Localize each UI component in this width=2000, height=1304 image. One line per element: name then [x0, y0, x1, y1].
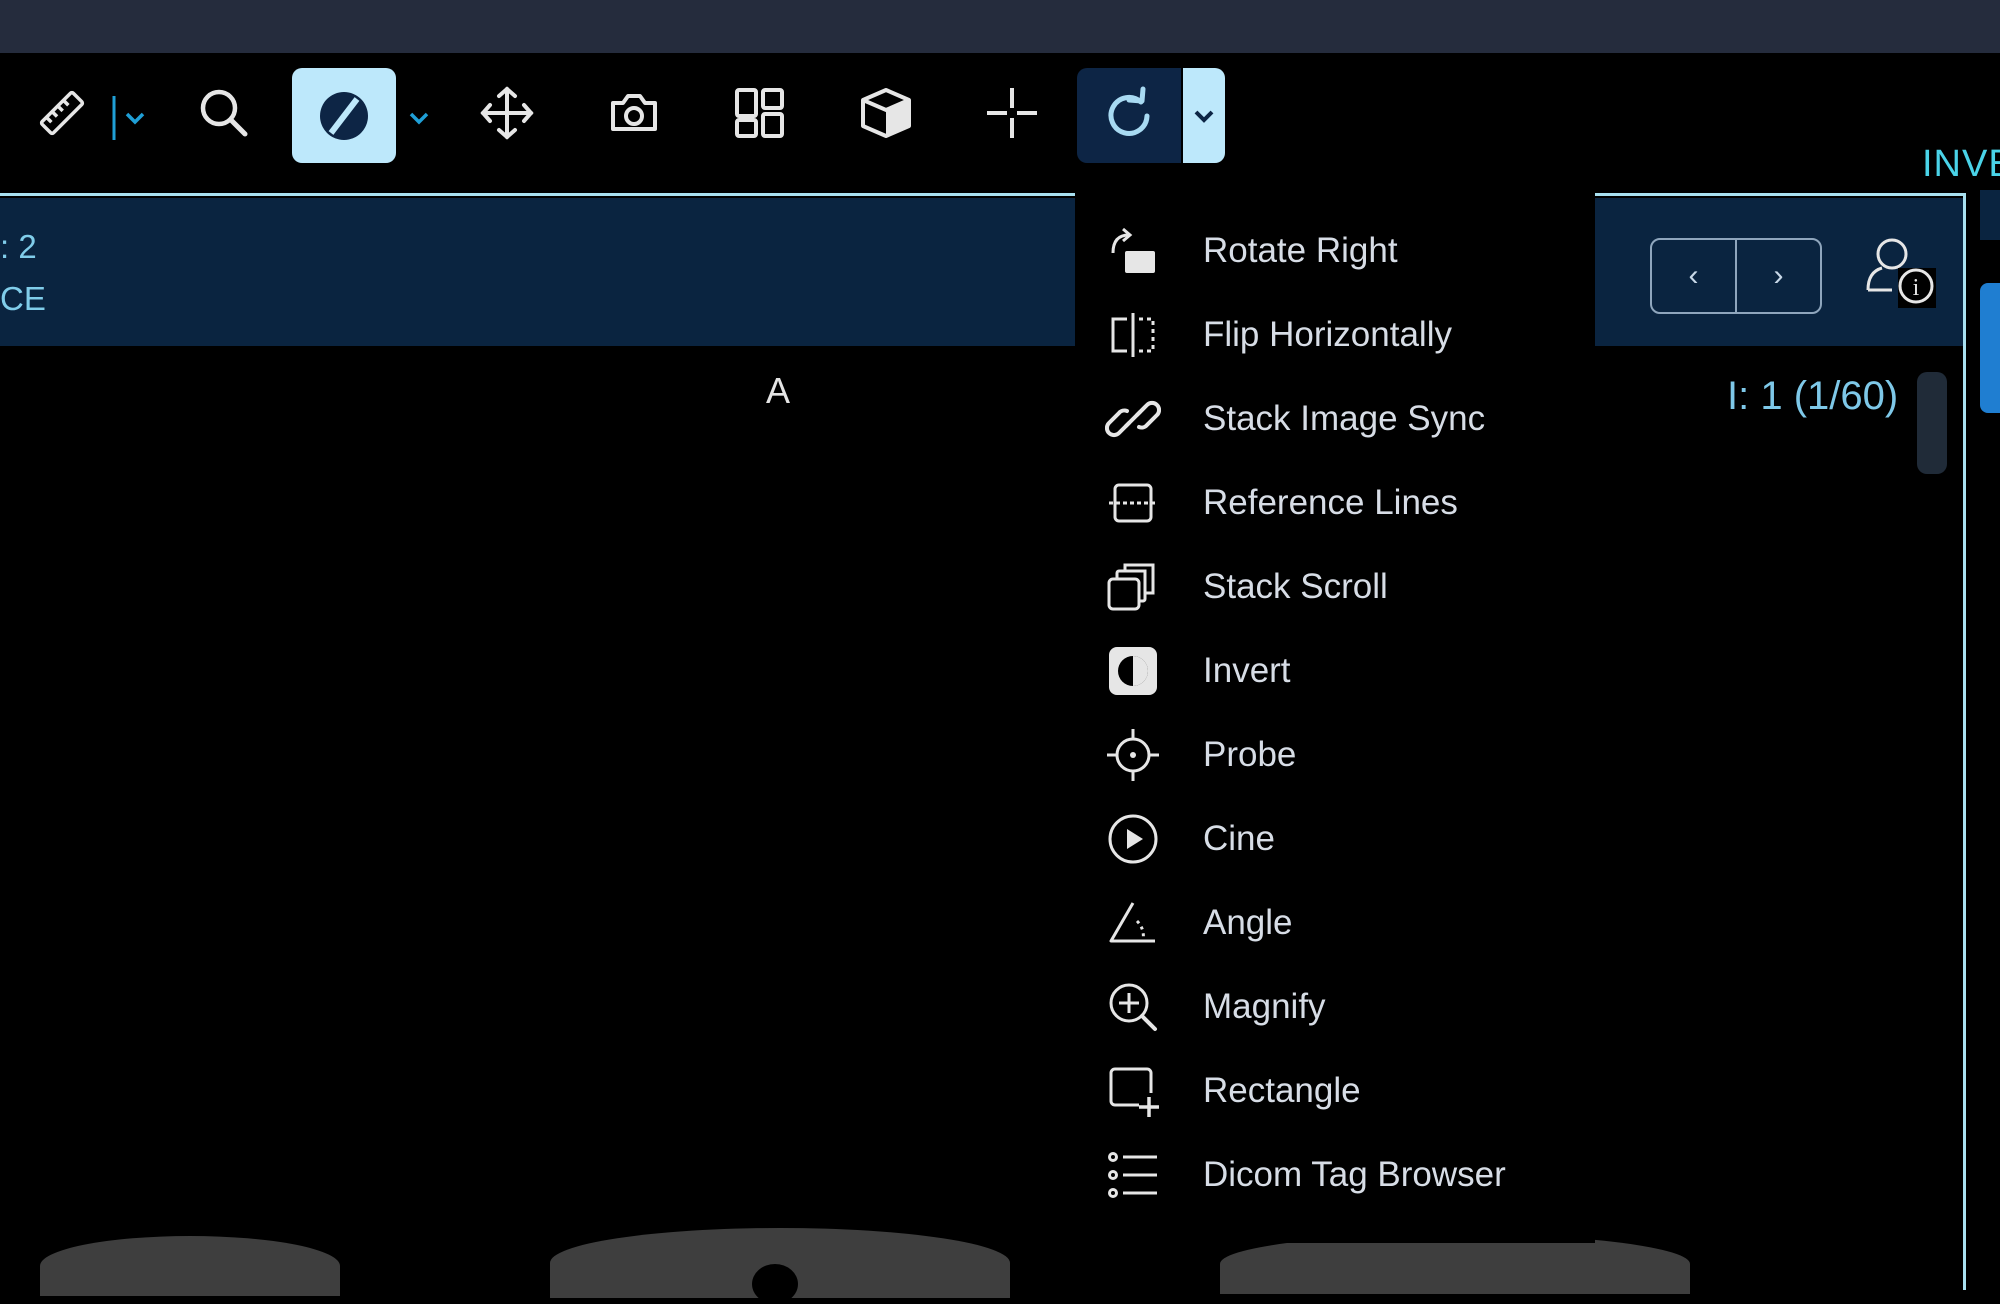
invert-icon	[1105, 643, 1161, 699]
menu-item-label: Stack Image Sync	[1203, 399, 1486, 438]
stack-scroll-icon	[1105, 559, 1161, 615]
zoom-tool-button[interactable]	[192, 81, 256, 145]
svg-text:i: i	[1913, 275, 1920, 301]
layout-grid-icon	[735, 88, 784, 138]
menu-item-stack-scroll[interactable]: Stack Scroll	[1105, 555, 1585, 619]
menu-item-label: Stack Scroll	[1203, 567, 1388, 606]
menu-item-stack-image-sync[interactable]: Stack Image Sync	[1105, 387, 1585, 451]
menu-item-reference-lines[interactable]: Reference Lines	[1105, 471, 1585, 535]
series-navigation: ‹ ›	[1650, 238, 1822, 314]
orientation-marker: A	[766, 370, 791, 411]
crosshair-icon	[987, 88, 1037, 138]
patient-info-button[interactable]: i	[1862, 234, 1940, 318]
menu-item-probe[interactable]: Probe	[1105, 723, 1585, 787]
rectangle-icon	[1105, 1063, 1161, 1119]
previous-series-button[interactable]: ‹	[1652, 240, 1735, 312]
user-info-icon: i	[1866, 238, 1936, 308]
menu-item-label: Invert	[1203, 651, 1291, 690]
investigational-label: INVE	[1922, 143, 2000, 185]
ct-image-shoulder-right	[1220, 1234, 1690, 1294]
menu-item-flip-horizontally[interactable]: Flip Horizontally	[1105, 303, 1585, 367]
reference-lines-icon	[1105, 475, 1161, 531]
rotate-right-icon	[1105, 223, 1161, 279]
chevron-down-icon	[409, 112, 429, 125]
side-panel-toggle[interactable]	[1980, 283, 2000, 413]
menu-item-dicom-tag-browser[interactable]: Dicom Tag Browser	[1105, 1143, 1585, 1207]
viewport-header: : 2 CE ‹ › i	[0, 198, 1963, 346]
ruler-icon	[39, 90, 85, 136]
measure-tool-button[interactable]	[30, 81, 94, 145]
move-icon	[480, 86, 534, 140]
angle-icon	[1105, 895, 1161, 951]
top-header-bar	[0, 0, 2000, 53]
window-level-tool-button[interactable]	[292, 68, 396, 163]
menu-item-label: Reference Lines	[1203, 483, 1458, 522]
image-viewport[interactable]: : 2 CE ‹ › i	[0, 193, 1966, 1290]
menu-item-rotate-right[interactable]: Rotate Right	[1105, 219, 1585, 283]
measure-tool-dropdown[interactable]	[110, 93, 155, 143]
menu-item-cine[interactable]: Cine	[1105, 807, 1585, 871]
ct-image-trachea	[752, 1264, 798, 1304]
menu-item-label: Rectangle	[1203, 1071, 1361, 1110]
crosshairs-tool-button[interactable]	[980, 81, 1044, 145]
series-number: : 2	[0, 228, 37, 265]
search-icon	[200, 89, 248, 137]
series-description: CE	[0, 280, 46, 317]
menu-item-angle[interactable]: Angle	[1105, 891, 1585, 955]
rotate-tool-button[interactable]	[1077, 68, 1181, 163]
contrast-icon	[320, 91, 368, 140]
rotate-tools-menu: Rotate Right Flip Horizontally Stack Ima…	[1075, 193, 1595, 1243]
side-panel-edge	[1980, 190, 2000, 240]
cube-icon	[861, 88, 911, 138]
menu-item-label: Magnify	[1203, 987, 1326, 1026]
menu-item-invert[interactable]: Invert	[1105, 639, 1585, 703]
toolbar: INVE	[0, 53, 2000, 193]
menu-item-label: Rotate Right	[1203, 231, 1398, 270]
menu-item-label: Flip Horizontally	[1203, 315, 1452, 354]
next-series-button[interactable]: ›	[1735, 240, 1820, 312]
menu-item-label: Cine	[1203, 819, 1275, 858]
flip-horizontal-icon	[1105, 307, 1161, 363]
link-icon	[1105, 391, 1161, 447]
image-index: I: 1 (1/60)	[1727, 374, 1899, 418]
window-level-dropdown[interactable]	[404, 103, 434, 133]
menu-item-label: Angle	[1203, 903, 1293, 942]
chevron-down-icon	[1194, 110, 1214, 123]
menu-item-rectangle[interactable]: Rectangle	[1105, 1059, 1585, 1123]
magnify-icon	[1105, 979, 1161, 1035]
mpr-3d-button[interactable]	[854, 81, 918, 145]
chevron-down-icon	[112, 96, 145, 140]
stack-scrollbar[interactable]	[1917, 372, 1947, 474]
pan-tool-button[interactable]	[475, 81, 539, 145]
camera-icon	[611, 94, 657, 131]
probe-icon	[1105, 727, 1161, 783]
ct-image-shoulder-left	[40, 1236, 340, 1296]
menu-item-magnify[interactable]: Magnify	[1105, 975, 1585, 1039]
capture-button[interactable]	[602, 81, 666, 145]
list-icon	[1105, 1147, 1161, 1203]
menu-item-label: Probe	[1203, 735, 1297, 774]
cine-icon	[1105, 811, 1161, 867]
rotate-tool-dropdown[interactable]	[1183, 68, 1225, 163]
layout-button[interactable]	[728, 81, 792, 145]
rotate-icon	[1108, 86, 1150, 136]
menu-item-label: Dicom Tag Browser	[1203, 1155, 1506, 1194]
